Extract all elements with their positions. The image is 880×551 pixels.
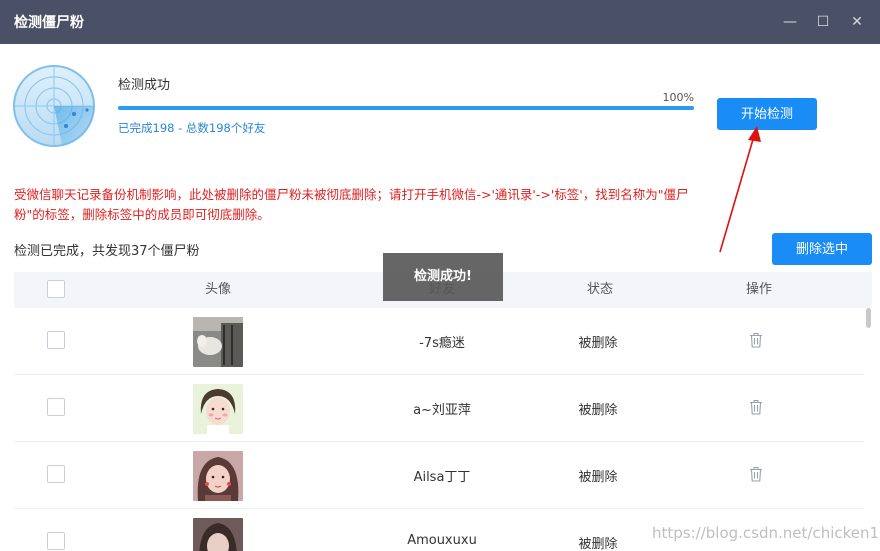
title-bar: 检测僵尸粉 — ☐ ✕ [0,0,880,44]
trash-icon[interactable] [749,332,763,348]
progress-bar [118,106,694,110]
friend-status: 被删除 [578,470,618,485]
friend-name: Amouxuxu [407,533,477,548]
maximize-icon[interactable]: ☐ [813,12,833,32]
select-all-checkbox[interactable] [47,280,65,298]
progress-detail: 已完成198 - 总数198个好友 [118,121,266,135]
friend-status: 被删除 [578,537,618,551]
trash-icon[interactable] [749,466,763,482]
warning-message: 受微信聊天记录备份机制影响，此处被删除的僵尸粉未被彻底删除；请打开手机微信->'… [14,187,689,222]
delete-selected-button[interactable]: 删除选中 [772,233,872,265]
column-header-avatar: 头像 [204,282,231,297]
result-summary: 检测已完成，共发现37个僵尸粉 [14,244,200,259]
success-toast: 检测成功! [383,253,503,301]
row-checkbox[interactable] [47,532,65,550]
table-scrollbar[interactable] [866,308,871,328]
column-header-action: 操作 [745,282,772,297]
friend-status: 被删除 [578,336,618,351]
window-title: 检测僵尸粉 [14,15,84,31]
progress-percent: 100% [662,91,694,104]
row-checkbox[interactable] [47,398,65,416]
avatar [193,518,243,551]
friend-name: a~刘亚萍 [413,403,471,418]
progress-fill [118,106,694,110]
status-title: 检测成功 [118,78,171,93]
annotation-arrow-icon [719,126,761,253]
table-row: a~刘亚萍 被删除 [14,375,864,442]
close-icon[interactable]: ✕ [847,12,867,32]
watermark: https://blog.csdn.net/chicken11 [652,524,880,542]
radar-icon [13,65,95,147]
avatar [193,384,243,434]
table-row: Ailsa丁丁 被删除 [14,442,864,509]
friend-status: 被删除 [578,403,618,418]
row-checkbox[interactable] [47,465,65,483]
avatar [193,317,243,367]
friend-name: Ailsa丁丁 [413,470,471,485]
minimize-icon[interactable]: — [780,12,800,32]
table-row: -7s瘾迷 被删除 [14,308,864,375]
trash-icon[interactable] [749,399,763,415]
column-header-status: 状态 [586,282,613,297]
row-checkbox[interactable] [47,331,65,349]
friend-name: -7s瘾迷 [419,336,465,351]
avatar [193,451,243,501]
